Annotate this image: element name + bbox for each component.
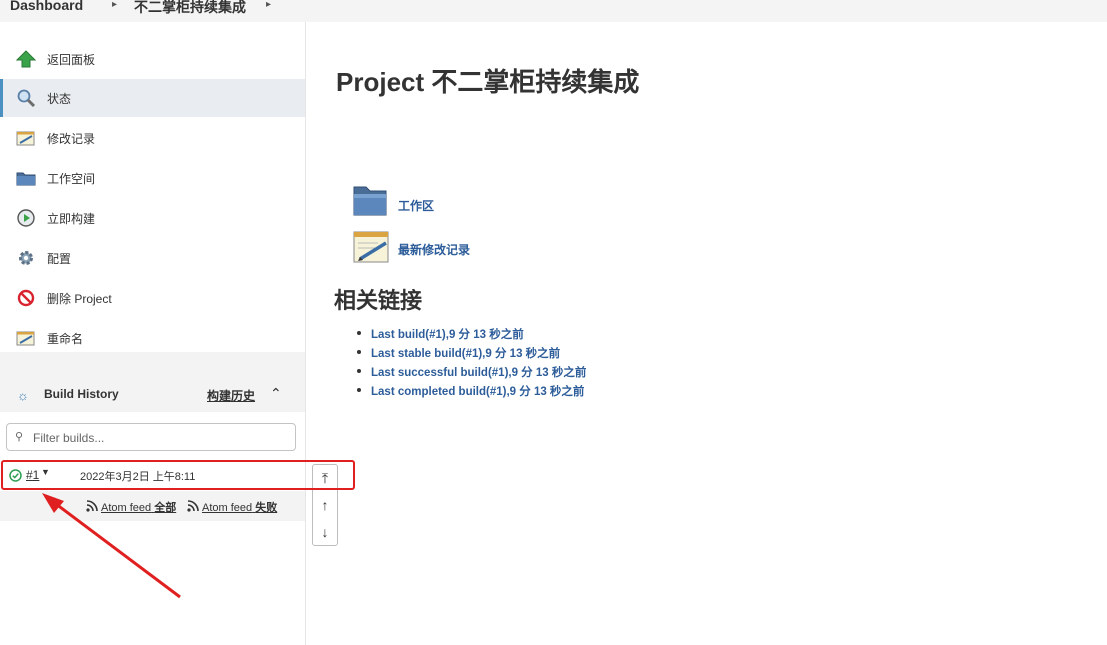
notepad-icon — [353, 231, 389, 263]
breadcrumb: Dashboard ▸ 不二掌柜持续集成 ▸ — [0, 0, 1107, 22]
task-configure[interactable]: 配置 — [0, 239, 305, 277]
notepad-icon — [16, 331, 35, 346]
task-label: 状态 — [47, 92, 72, 106]
up-arrow-icon — [16, 50, 36, 68]
breadcrumb-dashboard[interactable]: Dashboard — [10, 0, 83, 13]
build-trend-link[interactable]: 构建历史 — [207, 387, 255, 404]
task-changes[interactable]: 修改记录 — [0, 119, 305, 157]
task-label: 删除 Project — [47, 292, 112, 306]
recent-changes-link-label[interactable]: 最新修改记录 — [398, 241, 470, 258]
breadcrumb-separator[interactable]: ▸ — [266, 0, 271, 10]
folder-icon — [353, 186, 387, 216]
task-status[interactable]: 状态 — [0, 79, 305, 117]
task-label: 配置 — [47, 252, 72, 266]
task-delete-project[interactable]: 删除 Project — [0, 279, 305, 317]
build-history-title: Build History — [44, 387, 119, 401]
annotation-arrow — [42, 493, 181, 599]
filter-builds-input[interactable] — [31, 428, 290, 448]
notepad-icon — [16, 131, 35, 146]
search-icon: ⚲ — [15, 431, 24, 443]
scroll-up-icon[interactable]: ↑ — [313, 492, 337, 518]
task-label: 返回面板 — [47, 53, 96, 67]
clock-play-icon — [17, 209, 35, 227]
task-label: 重命名 — [47, 332, 84, 346]
folder-icon — [16, 172, 36, 186]
last-completed-build-link[interactable]: Last completed build(#1),9 分 13 秒之前 — [357, 383, 586, 402]
no-entry-icon — [17, 289, 35, 307]
related-links-list: Last build(#1),9 分 13 秒之前 Last stable bu… — [357, 326, 586, 402]
collapse-icon[interactable]: ⌃ — [270, 385, 282, 402]
weather-sun-icon: ☼ — [17, 388, 29, 403]
active-indicator — [0, 79, 3, 117]
task-label: 工作空间 — [47, 172, 96, 186]
feed-fail-suffix: 失败 — [255, 502, 278, 514]
build-history-header: ☼ Build History 构建历史 ⌃ — [0, 352, 305, 412]
last-build-link[interactable]: Last build(#1),9 分 13 秒之前 — [357, 326, 586, 345]
breadcrumb-separator[interactable]: ▸ — [112, 0, 117, 10]
task-back-to-dashboard[interactable]: 返回面板 — [0, 40, 305, 78]
page-title: Project 不二掌柜持续集成 — [336, 67, 640, 97]
task-label: 立即构建 — [47, 212, 96, 226]
scroll-down-icon[interactable]: ↓ — [313, 519, 337, 545]
related-links-heading: 相关链接 — [334, 288, 423, 313]
task-workspace[interactable]: 工作空间 — [0, 159, 305, 197]
last-successful-build-link[interactable]: Last successful build(#1),9 分 13 秒之前 — [357, 364, 586, 383]
workspace-link-label[interactable]: 工作区 — [398, 197, 434, 214]
filter-builds[interactable]: ⚲ — [6, 423, 296, 451]
workspace-link[interactable]: 工作区 — [352, 183, 552, 219]
recent-changes-link[interactable]: 最新修改记录 — [352, 227, 552, 267]
last-stable-build-link[interactable]: Last stable build(#1),9 分 13 秒之前 — [357, 345, 586, 364]
task-label: 修改记录 — [47, 132, 96, 146]
gear-icon — [19, 251, 33, 265]
task-build-now[interactable]: 立即构建 — [0, 199, 305, 237]
search-icon — [17, 89, 36, 107]
feed-fail-prefix: Atom feed — [202, 502, 253, 514]
breadcrumb-project[interactable]: 不二掌柜持续集成 — [134, 0, 246, 17]
atom-feed-failed-link[interactable]: Atom feed 失败 — [202, 499, 277, 515]
